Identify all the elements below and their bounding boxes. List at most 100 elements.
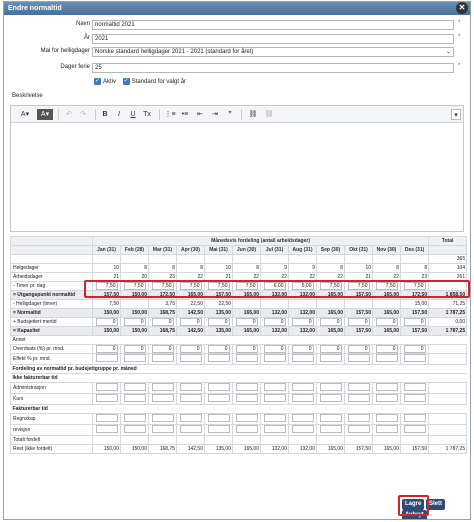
cell-input[interactable]: 0 [347,318,370,326]
cell-input[interactable] [179,383,202,391]
toolbar-collapse-icon[interactable]: ▾ [451,109,461,120]
cell-input[interactable] [235,394,258,402]
cell-input[interactable] [263,425,286,433]
unlink-icon[interactable]: ⛓ [263,109,275,120]
quote-icon[interactable]: ” [224,109,236,120]
vacation-input[interactable]: 25 [92,63,454,73]
cell-input[interactable]: 0 [151,345,174,353]
cell-input[interactable] [375,383,398,391]
cell-input[interactable] [207,354,230,362]
outdent-icon[interactable]: ⇤ [194,109,206,120]
cell-input[interactable]: 0 [291,345,314,353]
name-input[interactable]: normaltid 2021 [92,20,454,30]
cell-input[interactable]: 0 [375,318,398,326]
cell-input[interactable] [347,354,370,362]
cell-input[interactable]: 0 [263,318,286,326]
cell-input[interactable] [95,414,118,422]
cell-input[interactable] [319,354,342,362]
cell-input[interactable] [207,383,230,391]
cell-input[interactable]: 0 [123,318,146,326]
cell-input[interactable]: 0 [403,345,426,353]
cell-input[interactable] [123,414,146,422]
cell-input[interactable]: 0 [235,318,258,326]
cell-input[interactable] [319,394,342,402]
cell-input[interactable]: 0 [375,345,398,353]
clear-format-icon[interactable]: Tx [141,109,153,120]
cell-input[interactable] [403,383,426,391]
bg-color-icon[interactable]: A▾ [37,109,53,120]
cell-input[interactable]: 0 [263,345,286,353]
cell-input[interactable] [403,425,426,433]
cell-input[interactable] [347,414,370,422]
cell-input[interactable]: 0 [207,345,230,353]
cell-input[interactable]: 0 [403,318,426,326]
cell-input[interactable] [291,414,314,422]
cell-input[interactable] [263,414,286,422]
cell-input[interactable] [375,425,398,433]
cell-input[interactable]: 0 [151,318,174,326]
bullet-list-icon[interactable]: •≡ [179,109,191,120]
bold-icon[interactable]: B [99,109,111,120]
cell-input[interactable] [263,383,286,391]
cell-input[interactable] [179,425,202,433]
cell-input[interactable] [179,354,202,362]
cell-input[interactable]: 0 [95,318,118,326]
cell-input[interactable] [207,425,230,433]
cell-input[interactable] [235,425,258,433]
cell-input[interactable] [403,414,426,422]
cell-input[interactable] [151,394,174,402]
cell-input[interactable] [123,354,146,362]
cell-input[interactable] [319,425,342,433]
cell-input[interactable] [207,394,230,402]
cell-input[interactable] [347,383,370,391]
close-icon[interactable]: ✕ [456,2,468,14]
cell-input[interactable] [319,414,342,422]
cell-input[interactable] [151,414,174,422]
cell-input[interactable]: 0 [95,345,118,353]
cell-input[interactable] [151,425,174,433]
italic-icon[interactable]: I [113,109,125,120]
cell-input[interactable] [95,394,118,402]
cell-input[interactable] [95,425,118,433]
cell-input[interactable] [235,414,258,422]
holiday-select[interactable]: Norske standard helligdager 2021 - 2021 … [92,47,454,57]
cell-input[interactable] [375,394,398,402]
year-input[interactable]: 2021 [92,34,454,44]
cell-input[interactable] [207,414,230,422]
link-icon[interactable]: ⛓ [247,109,259,120]
cell-input[interactable] [347,425,370,433]
cell-input[interactable]: 0 [347,345,370,353]
cell-input[interactable] [235,383,258,391]
numbered-list-icon[interactable]: ⋮≡ [164,109,176,120]
cell-input[interactable]: 0 [319,318,342,326]
cell-input[interactable] [375,414,398,422]
cell-input[interactable] [291,383,314,391]
indent-icon[interactable]: ⇥ [209,109,221,120]
description-editor[interactable]: A▾ A▾ ↶ ↷ B I U Tx ⋮≡ •≡ ⇤ ⇥ ” ⛓ ⛓ ▾ [10,105,464,232]
cell-input[interactable]: 0 [235,345,258,353]
redo-icon[interactable]: ↷ [77,109,89,120]
font-color-icon[interactable]: A▾ [17,109,33,120]
cell-input[interactable] [123,425,146,433]
cell-input[interactable] [263,354,286,362]
cell-input[interactable] [347,394,370,402]
cell-input[interactable] [375,354,398,362]
underline-icon[interactable]: U [127,109,139,120]
cell-input[interactable] [95,383,118,391]
cell-input[interactable] [151,383,174,391]
cell-input[interactable] [179,414,202,422]
active-checkbox[interactable]: ✓ [94,78,101,85]
cell-input[interactable] [179,394,202,402]
cell-input[interactable] [95,354,118,362]
cell-input[interactable] [319,383,342,391]
cell-input[interactable] [291,425,314,433]
cell-input[interactable]: 0 [123,345,146,353]
cell-input[interactable] [123,394,146,402]
undo-icon[interactable]: ↶ [63,109,75,120]
cell-input[interactable] [403,394,426,402]
cell-input[interactable] [291,354,314,362]
cell-input[interactable]: 0 [291,318,314,326]
cell-input[interactable]: 0 [179,345,202,353]
cell-input[interactable]: 0 [179,318,202,326]
cell-input[interactable] [403,354,426,362]
